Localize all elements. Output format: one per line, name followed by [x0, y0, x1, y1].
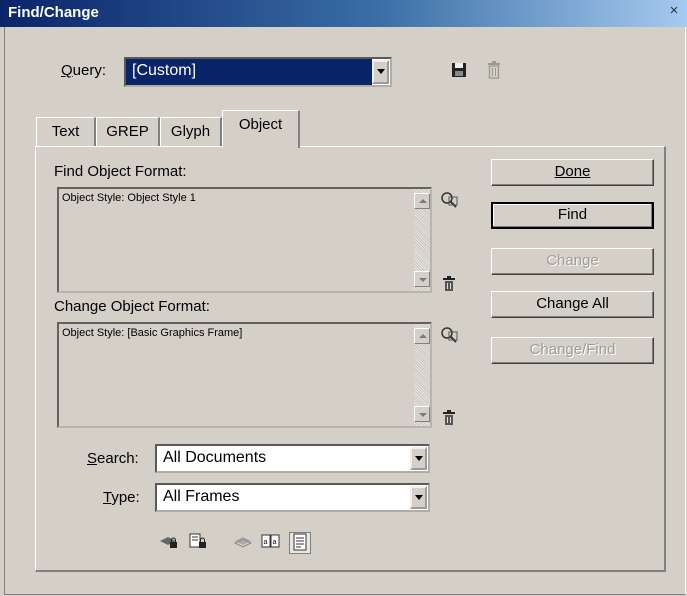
include-master-pages-icon[interactable]: aa: [261, 533, 281, 553]
find-format-clear-icon[interactable]: [440, 276, 458, 294]
change-format-scroll-up[interactable]: [414, 328, 430, 344]
change-format-scroll-down[interactable]: [414, 406, 430, 422]
include-footnotes-icon[interactable]: [289, 532, 311, 554]
svg-text:a: a: [273, 539, 277, 546]
find-format-scroll-down[interactable]: [414, 271, 430, 287]
svg-text:a: a: [264, 539, 268, 546]
chevron-down-icon[interactable]: [410, 447, 427, 470]
include-locked-layers-icon[interactable]: [159, 533, 179, 553]
find-button-label: Find: [557, 206, 588, 223]
save-query-icon[interactable]: [451, 62, 467, 78]
find-format-value: Object Style: Object Style 1: [62, 192, 196, 204]
title-bar[interactable]: Find/Change: [0, 0, 687, 27]
find-format-box[interactable]: Object Style: Object Style 1: [57, 187, 432, 293]
chevron-down-icon[interactable]: [410, 486, 427, 509]
tab-grep[interactable]: GREP: [96, 117, 160, 147]
chevron-down-icon[interactable]: [372, 60, 389, 84]
change-format-label: Change Object Format:: [54, 298, 210, 315]
find-format-label: Find Object Format:: [54, 163, 187, 180]
change-button-label: Change: [546, 252, 599, 269]
query-value: [Custom]: [126, 59, 372, 85]
change-format-specify-icon[interactable]: [440, 326, 458, 344]
find-format-scroll-up[interactable]: [414, 193, 430, 209]
include-hidden-layers-icon[interactable]: [233, 533, 253, 553]
find-button[interactable]: Find: [491, 202, 654, 229]
query-label: Query:: [61, 62, 107, 79]
done-button-label: Done: [554, 163, 591, 180]
find-format-specify-icon[interactable]: [440, 191, 458, 209]
type-label: Type:: [103, 489, 140, 506]
change-all-button[interactable]: Change All: [491, 291, 654, 318]
query-dropdown[interactable]: [Custom]: [124, 57, 392, 87]
change-format-value: Object Style: [Basic Graphics Frame]: [62, 327, 243, 339]
type-dropdown[interactable]: All Frames: [155, 483, 430, 512]
window-title: Find/Change: [8, 4, 99, 21]
include-locked-stories-icon[interactable]: [188, 533, 208, 553]
change-find-button[interactable]: Change/Find: [491, 337, 654, 364]
change-all-button-label: Change All: [536, 295, 609, 312]
tab-glyph[interactable]: Glyph: [160, 117, 222, 147]
search-value: All Documents: [163, 449, 267, 466]
tab-text[interactable]: Text: [36, 117, 96, 147]
change-button[interactable]: Change: [491, 248, 654, 275]
close-icon[interactable]: ×: [665, 2, 683, 20]
tab-object[interactable]: Object: [222, 110, 300, 148]
done-button[interactable]: Done: [491, 159, 654, 186]
change-find-button-label: Change/Find: [529, 341, 616, 358]
change-format-clear-icon[interactable]: [440, 410, 458, 428]
delete-query-icon[interactable]: [487, 61, 501, 79]
search-dropdown[interactable]: All Documents: [155, 444, 430, 473]
change-format-box[interactable]: Object Style: [Basic Graphics Frame]: [57, 322, 432, 428]
search-label: Search:: [87, 450, 139, 467]
type-value: All Frames: [163, 488, 240, 505]
